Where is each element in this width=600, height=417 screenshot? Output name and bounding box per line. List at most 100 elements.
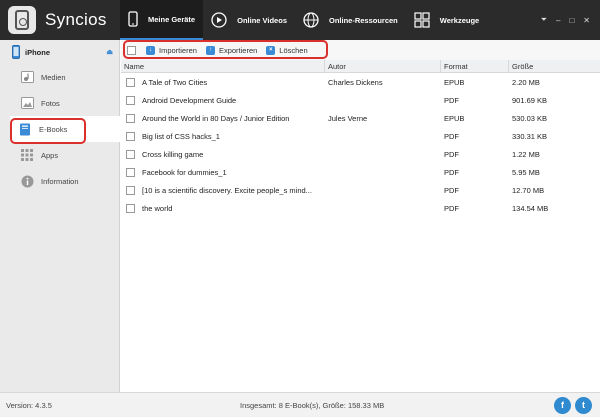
table-body: A Tale of Two Cities Charles Dickens EPUB 2… [121, 73, 600, 217]
sidebar-item-photos[interactable]: Fotos [0, 90, 119, 116]
sidebar-item-label: Medien [41, 72, 66, 82]
cell-size: 901.69 KB [512, 95, 548, 105]
facebook-icon[interactable]: f [554, 396, 571, 414]
cell-name: Big list of CSS hacks_1 [121, 131, 325, 141]
minimize-icon[interactable]: – [556, 16, 560, 25]
nav-tools-label: Werkzeuge [439, 15, 480, 25]
nav-tools[interactable]: Werkzeuge [406, 0, 487, 40]
column-header-size[interactable]: Größe [509, 60, 600, 72]
toolbar-highlight-box [123, 40, 328, 59]
phone-icon [128, 11, 138, 27]
close-icon[interactable]: ✕ [583, 16, 590, 25]
cell-format: PDF [444, 95, 459, 105]
version-text: Version: 4.3.5 [6, 400, 52, 410]
nav-online-videos[interactable]: Online Videos [203, 0, 295, 40]
ebooks-highlight-box [10, 118, 86, 144]
apps-icon [20, 148, 34, 162]
summary-text: Insgesamt: 8 E-Book(s), Größe: 158.33 MB [240, 400, 385, 410]
row-checkbox[interactable] [126, 149, 135, 159]
column-header-name[interactable]: Name [121, 60, 325, 72]
table-row[interactable]: A Tale of Two Cities Charles Dickens EPUB 2… [121, 73, 600, 91]
cell-name: Around the World in 80 Days / Junior Edi… [121, 113, 325, 123]
cell-format: EPUB [444, 113, 465, 123]
ebook-title: Android Development Guide [142, 95, 237, 105]
phone-icon [12, 45, 20, 59]
nav-online-videos-label: Online Videos [237, 15, 287, 25]
sidebar-item-information[interactable]: Information [0, 168, 119, 194]
table-row[interactable]: the world PDF 134.54 MB [121, 199, 600, 217]
sidebar-item-media[interactable]: Medien [0, 64, 119, 90]
eject-icon[interactable]: ⏏ [106, 48, 113, 56]
sidebar-item-label: Fotos [41, 98, 60, 108]
status-bar: Version: 4.3.5 Insgesamt: 8 E-Book(s), G… [0, 392, 600, 417]
ebook-title: [10 is a scientific discovery. Excite pe… [142, 185, 312, 195]
nav-online-resources[interactable]: Online-Ressourcen [295, 0, 406, 40]
cell-author: Jules Verne [328, 113, 368, 123]
social-links: f t [554, 396, 600, 414]
table-row[interactable]: Big list of CSS hacks_1 PDF 330.31 KB [121, 127, 600, 145]
grid-icon [414, 12, 430, 28]
table-header: Name Autor Format Größe [121, 60, 600, 73]
ebook-title: Big list of CSS hacks_1 [142, 131, 220, 141]
cell-size: 530.03 KB [512, 113, 548, 123]
table-row[interactable]: Facebook for dummies_1 PDF 5.95 MB [121, 163, 600, 181]
row-checkbox[interactable] [126, 167, 135, 177]
globe-icon [303, 12, 319, 28]
sidebar-item-label: Apps [41, 150, 59, 160]
device-item-iphone[interactable]: iPhone ⏏ [0, 40, 119, 64]
row-checkbox[interactable] [126, 113, 135, 123]
play-icon [211, 12, 227, 28]
cell-name: Android Development Guide [121, 95, 325, 105]
table-row[interactable]: Android Development Guide PDF 901.69 KB [121, 91, 600, 109]
cell-name: Cross killing game [121, 149, 325, 159]
cell-size: 2.20 MB [512, 77, 540, 87]
info-icon [20, 174, 34, 188]
app-logo: Syncios [0, 0, 120, 40]
ebook-title: Around the World in 80 Days / Junior Edi… [142, 113, 290, 123]
ebook-title: A Tale of Two Cities [142, 77, 208, 87]
music-icon [20, 70, 34, 84]
ebook-title: the world [142, 203, 173, 213]
maximize-icon[interactable]: □ [569, 16, 574, 25]
window-controls: ⏷ – □ ✕ [541, 15, 600, 25]
cell-size: 134.54 MB [512, 203, 549, 213]
cell-format: PDF [444, 149, 459, 159]
device-name: iPhone [25, 47, 51, 57]
sidebar: iPhone ⏏ Medien Fotos E-Books Apps Infor… [0, 40, 121, 392]
cell-name: A Tale of Two Cities [121, 77, 325, 87]
row-checkbox[interactable] [126, 131, 135, 141]
cell-size: 12.70 MB [512, 185, 545, 195]
row-checkbox[interactable] [126, 185, 135, 195]
cell-size: 1.22 MB [512, 149, 540, 159]
row-checkbox[interactable] [126, 77, 135, 87]
cell-size: 5.95 MB [512, 167, 540, 177]
ebook-title: Cross killing game [142, 149, 204, 159]
table-row[interactable]: Cross killing game PDF 1.22 MB [121, 145, 600, 163]
sidebar-item-label: Information [41, 176, 79, 186]
twitter-icon[interactable]: t [575, 396, 592, 414]
column-header-format[interactable]: Format [441, 60, 509, 72]
cell-name: [10 is a scientific discovery. Excite pe… [121, 185, 325, 195]
nav-my-devices[interactable]: Meine Geräte [120, 0, 204, 40]
cell-format: PDF [444, 167, 459, 177]
table-row[interactable]: [10 is a scientific discovery. Excite pe… [121, 181, 600, 199]
app-title: Syncios [45, 10, 107, 29]
column-header-author[interactable]: Autor [325, 60, 441, 72]
ebook-title: Facebook for dummies_1 [142, 167, 227, 177]
cell-format: PDF [444, 131, 459, 141]
photo-icon [20, 96, 34, 110]
menu-dropdown-icon[interactable]: ⏷ [541, 15, 547, 25]
cell-name: the world [121, 203, 325, 213]
row-checkbox[interactable] [126, 95, 135, 105]
cell-format: EPUB [444, 77, 465, 87]
nav-online-resources-label: Online-Ressourcen [328, 15, 398, 25]
cell-name: Facebook for dummies_1 [121, 167, 325, 177]
cell-format: PDF [444, 185, 459, 195]
ipod-logo-icon [8, 6, 36, 34]
nav-my-devices-label: Meine Geräte [148, 14, 196, 24]
sidebar-item-apps[interactable]: Apps [0, 142, 119, 168]
row-checkbox[interactable] [126, 203, 135, 213]
top-bar: Syncios Meine Geräte Online Videos Onlin… [0, 0, 600, 40]
table-row[interactable]: Around the World in 80 Days / Junior Edi… [121, 109, 600, 127]
cell-format: PDF [444, 203, 459, 213]
